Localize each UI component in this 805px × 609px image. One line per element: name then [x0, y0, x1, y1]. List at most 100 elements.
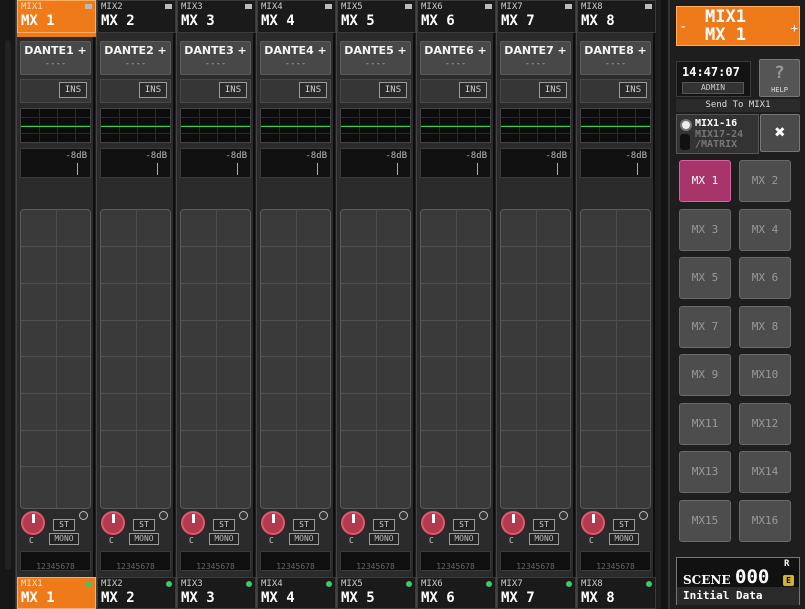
bank-selector[interactable]: MIX1-16 MIX17-24 /MATRIX [676, 114, 759, 154]
group-assign-display[interactable]: 12345678 [20, 551, 91, 571]
pan-knob[interactable] [421, 511, 445, 535]
mix-tab-bottom[interactable]: MIX4 MX 4 [257, 577, 336, 609]
mono-button[interactable]: MONO [609, 533, 639, 545]
selected-mix-display[interactable]: - MIX1 MX 1 + [676, 6, 800, 46]
mix-tab-top[interactable]: MIX6 MX 6 [417, 0, 496, 33]
st-button[interactable]: ST [533, 519, 555, 531]
mono-button[interactable]: MONO [129, 533, 159, 545]
mix-select-button[interactable]: MX 4 [739, 208, 791, 251]
mix-tab-top[interactable]: MIX8 MX 8 [577, 0, 656, 33]
mix-tab-bottom[interactable]: MIX6 MX 6 [417, 577, 496, 609]
insert-button[interactable]: INS [619, 82, 647, 98]
group-assign-display[interactable]: 12345678 [500, 551, 571, 571]
dynamics-display[interactable]: -8dB [580, 148, 651, 178]
eq-graph[interactable] [180, 108, 251, 143]
eq-graph[interactable] [500, 108, 571, 143]
mono-button[interactable]: MONO [49, 533, 79, 545]
st-button[interactable]: ST [293, 519, 315, 531]
group-assign-display[interactable]: 12345678 [580, 551, 651, 571]
mono-button[interactable]: MONO [209, 533, 239, 545]
input-patch-button[interactable]: DANTE6 + ---- [420, 41, 491, 75]
input-patch-button[interactable]: DANTE2 + ---- [100, 41, 171, 75]
dynamics-display[interactable]: -8dB [20, 148, 91, 178]
previous-mix-button[interactable]: - [679, 19, 687, 35]
dynamics-display[interactable]: -8dB [500, 148, 571, 178]
group-assign-display[interactable]: 12345678 [180, 551, 251, 571]
dynamics-display[interactable]: -8dB [180, 148, 251, 178]
send-level-area[interactable] [340, 209, 411, 509]
mono-button[interactable]: MONO [449, 533, 479, 545]
mix-select-button[interactable]: MX15 [679, 499, 731, 542]
st-button[interactable]: ST [613, 519, 635, 531]
eq-graph[interactable] [20, 108, 91, 143]
mix-select-button[interactable]: MX 7 [679, 305, 731, 348]
st-button[interactable]: ST [133, 519, 155, 531]
group-assign-display[interactable]: 12345678 [340, 551, 411, 571]
mix-select-button[interactable]: MX 5 [679, 257, 731, 299]
group-assign-display[interactable]: 12345678 [100, 551, 171, 571]
mono-button[interactable]: MONO [529, 533, 559, 545]
mix-select-button[interactable]: MX 6 [739, 257, 791, 299]
send-level-area[interactable] [500, 209, 571, 509]
mix-select-button[interactable]: MX 9 [679, 354, 731, 396]
insert-button[interactable]: INS [299, 82, 327, 98]
send-level-area[interactable] [580, 209, 651, 509]
eq-graph[interactable] [260, 108, 331, 143]
mix-tab-top[interactable]: MIX3 MX 3 [177, 0, 256, 33]
eq-graph[interactable] [420, 108, 491, 143]
insert-button[interactable]: INS [59, 82, 87, 98]
pan-knob[interactable] [501, 511, 525, 535]
send-level-area[interactable] [20, 209, 91, 509]
insert-button[interactable]: INS [379, 82, 407, 98]
mix-select-button[interactable]: MX12 [739, 402, 791, 445]
help-button[interactable]: ? HELP [759, 59, 800, 97]
insert-button[interactable]: INS [219, 82, 247, 98]
st-button[interactable]: ST [453, 519, 475, 531]
pan-knob[interactable] [21, 511, 45, 535]
send-level-area[interactable] [260, 209, 331, 509]
group-assign-display[interactable]: 12345678 [420, 551, 491, 571]
dynamics-display[interactable]: -8dB [420, 148, 491, 178]
mix-select-button[interactable]: MX14 [739, 451, 791, 493]
mix-select-button[interactable]: MX 1 [679, 160, 731, 202]
dynamics-display[interactable]: -8dB [340, 148, 411, 178]
mix-tab-bottom[interactable]: MIX3 MX 3 [177, 577, 256, 609]
input-patch-button[interactable]: DANTE4 + ---- [260, 41, 331, 75]
next-mix-button[interactable]: + [791, 21, 798, 35]
close-button[interactable]: ✖ [760, 114, 800, 152]
eq-graph[interactable] [100, 108, 171, 143]
pan-knob[interactable] [181, 511, 205, 535]
mix-select-button[interactable]: MX13 [679, 451, 731, 493]
pan-knob[interactable] [261, 511, 285, 535]
pan-knob[interactable] [581, 511, 605, 535]
insert-button[interactable]: INS [139, 82, 167, 98]
mix-tab-top[interactable]: MIX1 MX 1 [17, 0, 96, 33]
user-badge[interactable]: ADMIN [682, 82, 744, 94]
input-patch-button[interactable]: DANTE3 + ---- [180, 41, 251, 75]
dynamics-display[interactable]: -8dB [100, 148, 171, 178]
input-patch-button[interactable]: DANTE8 + ---- [580, 41, 651, 75]
dynamics-display[interactable]: -8dB [260, 148, 331, 178]
st-button[interactable]: ST [213, 519, 235, 531]
mix-tab-bottom[interactable]: MIX2 MX 2 [97, 577, 176, 609]
st-button[interactable]: ST [53, 519, 75, 531]
mix-tab-top[interactable]: MIX7 MX 7 [497, 0, 576, 33]
scene-display[interactable]: SCENE 000 R E Initial Data [676, 557, 800, 605]
eq-graph[interactable] [340, 108, 411, 143]
send-level-area[interactable] [100, 209, 171, 509]
mono-button[interactable]: MONO [289, 533, 319, 545]
send-level-area[interactable] [180, 209, 251, 509]
mix-select-button[interactable]: MX16 [739, 499, 791, 542]
mono-button[interactable]: MONO [369, 533, 399, 545]
mix-tab-bottom[interactable]: MIX5 MX 5 [337, 577, 416, 609]
input-patch-button[interactable]: DANTE5 + ---- [340, 41, 411, 75]
mix-tab-bottom[interactable]: MIX8 MX 8 [577, 577, 656, 609]
mix-tab-top[interactable]: MIX2 MX 2 [97, 0, 176, 33]
eq-graph[interactable] [580, 108, 651, 143]
mix-tab-top[interactable]: MIX5 MX 5 [337, 0, 416, 33]
st-button[interactable]: ST [373, 519, 395, 531]
mix-select-button[interactable]: MX10 [739, 354, 791, 396]
input-patch-button[interactable]: DANTE1 + ---- [20, 41, 91, 75]
input-patch-button[interactable]: DANTE7 + ---- [500, 41, 571, 75]
group-assign-display[interactable]: 12345678 [260, 551, 331, 571]
